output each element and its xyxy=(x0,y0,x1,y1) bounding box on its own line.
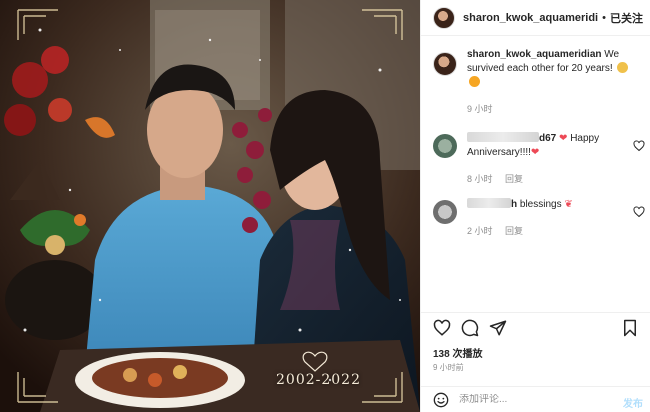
comment-time[interactable]: 8 小时 xyxy=(467,174,493,184)
following-button[interactable]: 已关注 xyxy=(610,10,643,26)
caption-avatar[interactable] xyxy=(433,52,457,76)
instagram-post: 2002-2022 sharon_kwok_aquameridi • 已关注 s… xyxy=(0,0,650,412)
caption-meta: 9 小时 xyxy=(467,102,639,116)
caption-body: sharon_kwok_aquameridian We survived eac… xyxy=(467,48,639,116)
like-heart-icon[interactable] xyxy=(433,319,451,337)
photo-watermark: 2002-2022 xyxy=(276,372,361,388)
comment-text: blessings xyxy=(519,199,562,210)
share-paper-plane-icon[interactable] xyxy=(489,319,507,337)
people-emoji-icon xyxy=(617,62,629,73)
view-count[interactable]: 138 次播放 xyxy=(433,345,482,360)
comment-item: d67 ❤ Happy Anniversary!!!!❤ 8 小时 回复 xyxy=(421,132,650,186)
smiling-face-emoji-icon xyxy=(469,76,480,87)
post-photo[interactable]: 2002-2022 xyxy=(0,0,420,412)
comment-input[interactable] xyxy=(459,394,609,405)
post-timestamp[interactable]: 9 小时前 xyxy=(433,362,464,373)
commenter-username-visible[interactable]: d67 xyxy=(539,133,556,144)
comments-list: sharon_kwok_aquameridian We survived eac… xyxy=(421,48,650,238)
comment-meta: 8 小时 回复 xyxy=(467,172,627,186)
comment-body: h blessings ❦ 2 小时 回复 xyxy=(467,198,627,238)
author-avatar[interactable] xyxy=(433,6,455,29)
commenter-username-redacted xyxy=(467,198,511,208)
separator-dot: • xyxy=(602,11,606,24)
emoji-smiley-icon[interactable] xyxy=(433,392,449,408)
caption-time[interactable]: 9 小时 xyxy=(467,104,493,114)
comment-body: d67 ❤ Happy Anniversary!!!!❤ 8 小时 回复 xyxy=(467,132,627,186)
caption-username[interactable]: sharon_kwok_aquameridian xyxy=(467,49,602,60)
commenter-username-visible[interactable]: h xyxy=(511,199,517,210)
post-comment-button[interactable]: 发布 xyxy=(623,395,643,410)
red-heart-emoji-icon: ❤ xyxy=(559,133,568,144)
author-username[interactable]: sharon_kwok_aquameridi xyxy=(463,12,598,24)
commenter-username-redacted xyxy=(467,132,539,142)
post-sidebar: sharon_kwok_aquameridi • 已关注 sharon_kwok… xyxy=(420,0,650,412)
reply-button[interactable]: 回复 xyxy=(505,174,523,184)
comment-time[interactable]: 2 小时 xyxy=(467,226,493,236)
post-header: sharon_kwok_aquameridi • 已关注 xyxy=(421,0,650,36)
commenter-avatar[interactable] xyxy=(433,134,457,158)
heart-icon[interactable] xyxy=(633,206,645,218)
bookmark-icon[interactable] xyxy=(621,319,639,337)
action-bar xyxy=(421,312,650,338)
comment-bubble-icon[interactable] xyxy=(461,319,479,337)
caption: sharon_kwok_aquameridian We survived eac… xyxy=(421,48,650,116)
commenter-avatar[interactable] xyxy=(433,200,457,224)
rose-emoji-icon: ❦ xyxy=(564,199,573,210)
comment-meta: 2 小时 回复 xyxy=(467,224,627,238)
photo-illustration xyxy=(0,0,420,412)
comment-item: h blessings ❦ 2 小时 回复 xyxy=(421,198,650,238)
red-heart-emoji-icon: ❤ xyxy=(530,147,540,158)
reply-button[interactable]: 回复 xyxy=(505,226,523,236)
heart-icon[interactable] xyxy=(633,140,645,152)
comment-composer: 发布 xyxy=(421,386,650,412)
